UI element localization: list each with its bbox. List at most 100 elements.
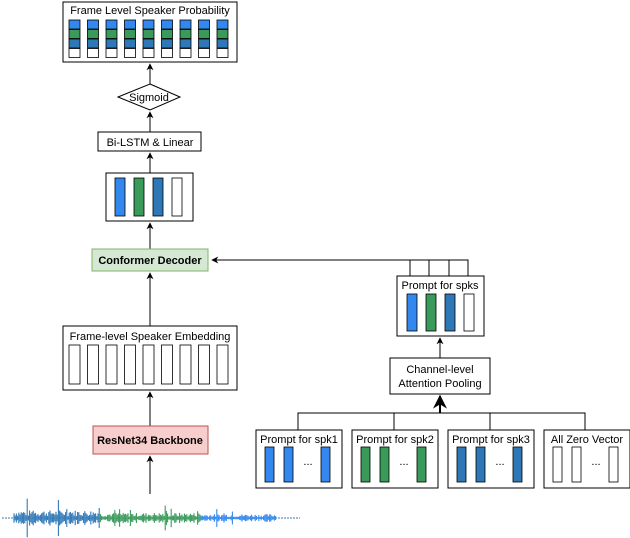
prompt-box-4: All Zero Vector...: [543, 429, 630, 489]
output-frame-cell: [68, 48, 81, 58]
prompt-for-spks-label: Prompt for spks: [401, 280, 479, 292]
decoder-feature-bar: [152, 177, 164, 217]
prompt-vector-bar: [264, 446, 275, 483]
prompt-vector-bar: [379, 446, 390, 483]
output-frame-cell: [68, 38, 81, 49]
output-frame-cell: [105, 29, 118, 39]
output-frame-cell: [142, 19, 155, 30]
embedding-frame-bar: [68, 344, 81, 385]
prompt-spk-bar: [425, 293, 437, 332]
output-frame-cell: [216, 48, 229, 58]
embedding-frame-bar: [142, 344, 155, 385]
output-frame-cell: [198, 38, 210, 49]
prompt-box-3: Prompt for spk3...: [447, 429, 535, 489]
output-frame-cell: [124, 29, 136, 39]
output-frame-cell: [105, 48, 118, 58]
bilstm-linear-box: Bi-LSTM & Linear: [97, 131, 202, 152]
prompt-vector-bar: [283, 446, 294, 483]
output-frame-cell: [198, 29, 210, 39]
prompt-vector-bar: [456, 446, 467, 483]
embedding-frames: [68, 344, 229, 385]
prompt-vector-bar: [475, 446, 486, 483]
prompt-box-1: Prompt for spk1...: [255, 429, 343, 489]
prompt-vector-bar: [416, 446, 427, 483]
prompt-box-label: Prompt for spk1: [260, 434, 338, 446]
output-frame-cell: [216, 29, 229, 39]
prompt-vector-bar: [512, 446, 523, 483]
output-frame-cell: [87, 29, 99, 39]
prompt-vector-bar: [552, 446, 563, 483]
output-frame-cell: [105, 38, 118, 49]
output-frame-cell: [87, 38, 99, 49]
output-frame-cell: [161, 48, 173, 58]
output-frame-cell: [179, 48, 192, 58]
attention-pooling-box: Channel-level Attention Pooling: [389, 357, 491, 395]
output-frame-cell: [161, 29, 173, 39]
speaker-embedding-box: Frame-level Speaker Embedding: [62, 325, 238, 391]
decoder-feature-bar: [171, 177, 183, 217]
output-frame-cell: [216, 38, 229, 49]
prompt-vector-bar: [320, 446, 331, 483]
embedding-frame-bar: [216, 344, 229, 385]
output-probability-label: Frame Level Speaker Probability: [70, 5, 230, 17]
embedding-frame-bar: [198, 344, 210, 385]
prompt-box-label: Prompt for spk3: [452, 434, 530, 446]
decoder-feature-bar: [114, 177, 126, 217]
prompt-for-spks-box: Prompt for spks: [396, 275, 485, 337]
output-frame-cell: [87, 48, 99, 58]
output-frame-cell: [142, 29, 155, 39]
output-frame-cell: [68, 19, 81, 30]
prompt-vector-bar: [608, 446, 619, 483]
embedding-frame-bar: [87, 344, 99, 385]
attention-pooling-label-1: Channel-level: [406, 364, 473, 376]
arrow-prompts-to-decoder: [211, 256, 469, 276]
output-frame-cell: [179, 19, 192, 30]
output-frame-cell: [87, 19, 99, 30]
prompt-vector-bar: [571, 446, 582, 483]
output-frame-cell: [68, 29, 81, 39]
diagram-canvas: Frame Level Speaker Probability Sigmoid …: [2, 1, 630, 538]
conformer-decoder-label: Conformer Decoder: [98, 255, 202, 267]
prompt-spk-bar: [463, 293, 475, 332]
prompt-ellipsis: ...: [399, 456, 408, 468]
output-frame-cell: [161, 19, 173, 30]
output-frame-cell: [161, 38, 173, 49]
output-frame-cell: [179, 29, 192, 39]
conformer-decoder-box: Conformer Decoder: [91, 248, 209, 272]
resnet-backbone-box: ResNet34 Backbone: [92, 425, 209, 455]
connector-prompts-bus: [297, 412, 586, 430]
audio-waveform: [2, 498, 300, 538]
embedding-frame-bar: [179, 344, 192, 385]
embedding-frame-bar: [124, 344, 136, 385]
prompt-box-label: All Zero Vector: [551, 434, 623, 446]
output-frame-cell: [198, 19, 210, 30]
prompt-spk-bar: [406, 293, 418, 332]
embedding-frame-bar: [105, 344, 118, 385]
sigmoid-label: Sigmoid: [129, 92, 169, 104]
decoder-output-features: [105, 172, 194, 222]
speaker-prompt-boxes: Prompt for spk1...Prompt for spk2...Prom…: [255, 429, 630, 489]
prompt-box-label: Prompt for spk2: [356, 434, 434, 446]
output-frame-cell: [124, 19, 136, 30]
prompt-box-2: Prompt for spk2...: [351, 429, 439, 489]
output-frame-cell: [105, 19, 118, 30]
embedding-frame-bar: [161, 344, 173, 385]
bilstm-label: Bi-LSTM & Linear: [107, 137, 194, 149]
speaker-embedding-label: Frame-level Speaker Embedding: [70, 331, 231, 343]
output-frame-cell: [124, 38, 136, 49]
prompt-ellipsis: ...: [591, 456, 600, 468]
prompt-spk-bar: [444, 293, 456, 332]
output-frame-cell: [142, 38, 155, 49]
output-frame-cell: [142, 48, 155, 58]
output-frame-cell: [124, 48, 136, 58]
resnet-backbone-label: ResNet34 Backbone: [97, 435, 203, 447]
decoder-feature-bar: [133, 177, 145, 217]
output-frames: [68, 19, 229, 58]
output-frame-cell: [198, 48, 210, 58]
attention-pooling-label-2: Attention Pooling: [398, 378, 481, 390]
output-frame-cell: [179, 38, 192, 49]
prompt-ellipsis: ...: [495, 456, 504, 468]
output-probability-box: Frame Level Speaker Probability: [62, 1, 238, 63]
prompt-vector-bar: [360, 446, 371, 483]
sigmoid-node: Sigmoid: [116, 83, 182, 111]
